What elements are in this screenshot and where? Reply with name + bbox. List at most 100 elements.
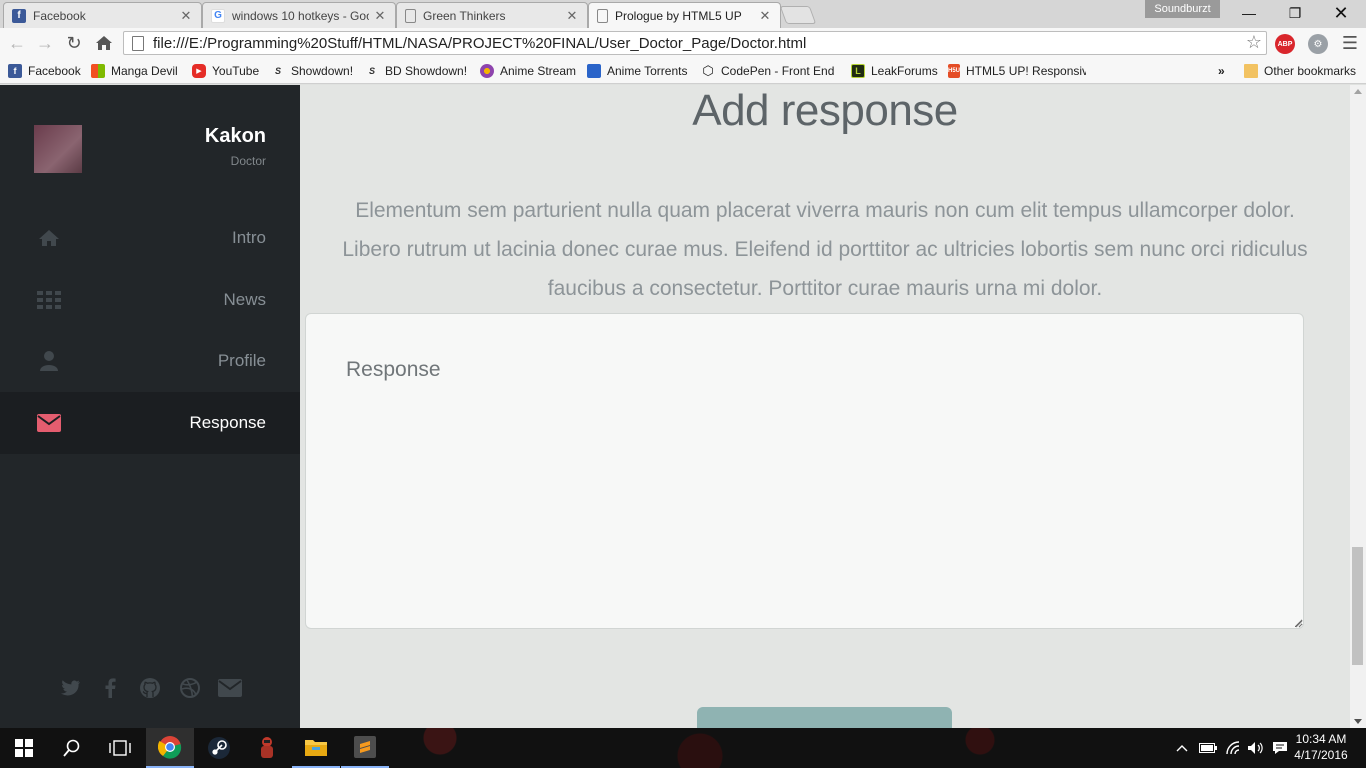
user-icon bbox=[36, 348, 62, 374]
intro-paragraph: Elementum sem parturient nulla quam plac… bbox=[342, 199, 1308, 300]
tab-title: Facebook bbox=[33, 8, 86, 23]
bookmark-label: Manga Devil bbox=[111, 64, 178, 78]
bookmark-showdown[interactable]: S Showdown! bbox=[271, 62, 353, 80]
bookmark-html5up[interactable]: H5U HTML5 UP! Responsiv bbox=[948, 62, 1086, 80]
file-explorer-icon[interactable] bbox=[292, 728, 340, 768]
tab-title: Green Thinkers bbox=[423, 8, 506, 23]
browser-toolbar: ← → ↻ file:///E:/Programming%20Stuff/HTM… bbox=[0, 28, 1366, 58]
envelope-icon[interactable] bbox=[217, 675, 243, 701]
tray-chevron-up-icon[interactable] bbox=[1172, 728, 1192, 768]
bookmark-manga-devil[interactable]: Manga Devil bbox=[91, 62, 178, 80]
bookmark-youtube[interactable]: ▶ YouTube bbox=[192, 62, 259, 80]
volume-icon[interactable] bbox=[1245, 728, 1267, 768]
close-window-icon[interactable]: ✕ bbox=[1318, 0, 1364, 26]
bookmark-bd-showdown[interactable]: S BD Showdown! bbox=[365, 62, 467, 80]
github-icon[interactable] bbox=[137, 675, 163, 701]
system-clock[interactable]: 10:34 AM 4/17/2016 bbox=[1293, 731, 1349, 763]
battery-icon[interactable] bbox=[1196, 728, 1220, 768]
tab-title: Prologue by HTML5 UP bbox=[615, 9, 742, 23]
bookmark-codepen[interactable]: ⬡ CodePen - Front End bbox=[701, 62, 841, 80]
bookmark-facebook[interactable]: f Facebook bbox=[8, 62, 81, 80]
bookmark-anime-torrents[interactable]: Anime Torrents bbox=[587, 62, 687, 80]
home-icon[interactable] bbox=[93, 32, 115, 54]
close-tab-icon[interactable]: ✕ bbox=[179, 8, 193, 24]
bookmark-label: Showdown! bbox=[291, 64, 354, 78]
windows-taskbar: 10:34 AM 4/17/2016 bbox=[0, 728, 1366, 768]
scroll-up-arrow-icon[interactable] bbox=[1354, 89, 1362, 94]
page-icon bbox=[405, 8, 416, 23]
bookmark-label: Facebook bbox=[28, 64, 81, 78]
folder-icon bbox=[1244, 64, 1258, 78]
nav-item-intro[interactable]: Intro bbox=[0, 207, 300, 269]
nav-item-profile[interactable]: Profile bbox=[0, 330, 300, 392]
resize-grip-icon[interactable] bbox=[1293, 618, 1303, 628]
bookmark-label: Anime Torrents bbox=[607, 64, 688, 78]
bookmark-leakforums[interactable]: L LeakForums bbox=[851, 62, 938, 80]
search-icon[interactable] bbox=[48, 728, 96, 768]
youtube-icon: ▶ bbox=[192, 64, 206, 78]
google-icon: G bbox=[211, 8, 225, 23]
anime-stream-icon bbox=[480, 64, 494, 78]
reload-icon[interactable]: ↻ bbox=[63, 32, 85, 54]
scrollbar-thumb[interactable] bbox=[1352, 547, 1363, 665]
facebook-icon[interactable] bbox=[97, 675, 123, 701]
browser-tab-prologue[interactable]: Prologue by HTML5 UP ✕ bbox=[588, 2, 781, 29]
bookmark-label: YouTube bbox=[212, 64, 260, 78]
nav-label: News bbox=[223, 290, 266, 309]
page-scrollbar[interactable] bbox=[1350, 85, 1366, 728]
bookmark-label: Anime Stream bbox=[500, 64, 577, 78]
sidebar: Kakon Doctor Intro News Profile Response bbox=[0, 85, 300, 728]
extension-icon[interactable]: ⚙ bbox=[1308, 34, 1328, 54]
nav-label: Response bbox=[189, 413, 266, 432]
nav-item-response[interactable]: Response bbox=[0, 392, 300, 454]
close-tab-icon[interactable]: ✕ bbox=[565, 8, 579, 24]
wifi-icon[interactable] bbox=[1222, 728, 1246, 768]
scroll-down-arrow-icon[interactable] bbox=[1354, 719, 1362, 724]
chrome-menu-icon[interactable]: ☰ bbox=[1339, 32, 1361, 54]
bookmarks-overflow-button[interactable]: » bbox=[1218, 62, 1225, 80]
clock-date: 4/17/2016 bbox=[1294, 748, 1348, 762]
task-view-icon[interactable] bbox=[96, 728, 144, 768]
browser-tab-facebook[interactable]: f Facebook ✕ bbox=[3, 2, 202, 28]
user-name: Kakon bbox=[204, 125, 266, 147]
nav-item-news[interactable]: News bbox=[0, 269, 300, 331]
notifications-icon[interactable] bbox=[1269, 728, 1291, 768]
url-text: file:///E:/Programming%20Stuff/HTML/NASA… bbox=[153, 34, 807, 52]
restore-icon[interactable]: ❐ bbox=[1272, 0, 1318, 26]
adblock-icon[interactable]: ABP bbox=[1275, 34, 1295, 54]
game-app-icon[interactable] bbox=[243, 728, 291, 768]
dribbble-icon[interactable] bbox=[177, 675, 203, 701]
windows-start-icon[interactable] bbox=[0, 728, 48, 768]
twitter-icon[interactable] bbox=[57, 675, 83, 701]
close-tab-icon[interactable]: ✕ bbox=[373, 8, 387, 24]
response-textarea[interactable] bbox=[305, 313, 1304, 629]
minimize-icon[interactable]: — bbox=[1226, 0, 1272, 26]
codepen-icon: ⬡ bbox=[702, 63, 714, 78]
grid-icon bbox=[36, 287, 62, 313]
address-bar[interactable]: file:///E:/Programming%20Stuff/HTML/NASA… bbox=[123, 31, 1267, 55]
close-tab-icon[interactable]: ✕ bbox=[758, 8, 772, 24]
other-bookmarks-folder[interactable]: Other bookmarks bbox=[1244, 62, 1356, 80]
steam-icon[interactable] bbox=[195, 728, 243, 768]
forward-arrow-icon[interactable]: → bbox=[34, 32, 56, 54]
browser-tab-google[interactable]: G windows 10 hotkeys - Goo ✕ bbox=[202, 2, 396, 28]
bookmark-label: CodePen - Front End bbox=[721, 64, 835, 78]
browser-tab-green-thinkers[interactable]: Green Thinkers ✕ bbox=[396, 2, 588, 28]
browser-tab-bar: f Facebook ✕ G windows 10 hotkeys - Goo … bbox=[0, 0, 1366, 29]
profile-badge[interactable]: Soundburzt bbox=[1145, 0, 1220, 18]
tab-title: windows 10 hotkeys - Goo bbox=[232, 8, 369, 23]
submit-button[interactable] bbox=[697, 707, 952, 728]
bookmark-label: Other bookmarks bbox=[1264, 64, 1357, 78]
main-content: Add response Elementum sem parturient nu… bbox=[300, 85, 1350, 728]
bookmark-label: HTML5 UP! Responsiv bbox=[966, 64, 1086, 78]
chrome-taskbar-icon[interactable] bbox=[146, 728, 194, 768]
page-icon bbox=[597, 9, 608, 23]
bookmark-anime-stream[interactable]: Anime Stream bbox=[480, 62, 576, 80]
new-tab-button[interactable] bbox=[779, 6, 817, 24]
nav-label: Intro bbox=[231, 228, 266, 247]
sublime-text-icon[interactable] bbox=[341, 728, 389, 768]
home-icon bbox=[36, 225, 62, 251]
back-arrow-icon[interactable]: ← bbox=[6, 32, 28, 54]
bookmark-star-icon[interactable]: ☆ bbox=[1246, 32, 1262, 53]
user-role: Doctor bbox=[230, 154, 266, 168]
